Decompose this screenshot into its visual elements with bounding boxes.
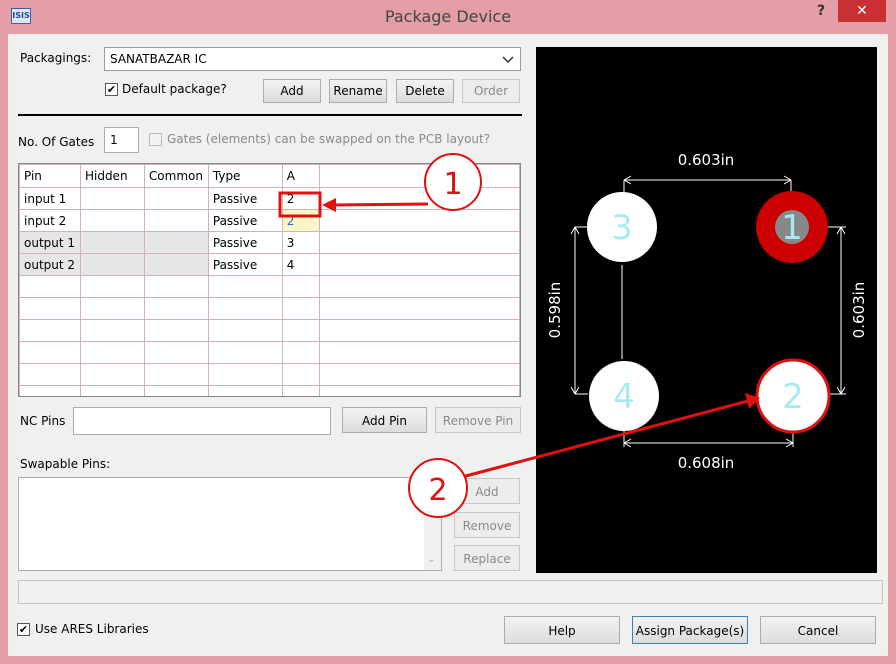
common-cell[interactable] [143,231,209,254]
column-header-type[interactable]: Type [207,164,283,188]
packagings-label: Packagings: [20,51,92,65]
a-cell[interactable]: 3 [281,231,320,254]
replace-swapable-button[interactable]: Replace [454,545,520,571]
order-packaging-button[interactable]: Order [462,79,520,103]
type-cell[interactable]: Passive [207,253,283,276]
a-cell-selected[interactable]: 2 [281,209,320,232]
use-ares-label: Use ARES Libraries [35,622,149,636]
dimension-bottom-label: 0.608in [678,454,735,472]
package-preview: 1 2 3 4 0.603in 0.608in 0.598in 0.603in [536,47,877,573]
filler-cell [318,253,520,276]
table-row[interactable]: input 1 Passive 2 [19,187,520,210]
pad-3-label: 3 [611,208,633,248]
column-header-hidden[interactable]: Hidden [79,164,145,188]
table-row[interactable]: input 2 Passive 2 [19,209,520,232]
filler-cell [318,209,520,232]
pad-2-label: 2 [782,377,804,417]
gates-count-input[interactable]: 1 [104,127,139,153]
add-packaging-button[interactable]: Add [263,79,321,103]
add-swapable-button[interactable]: Add [454,478,520,504]
remove-pin-button[interactable]: Remove Pin [435,407,521,433]
close-button[interactable]: ✕ [838,0,886,22]
a-cell[interactable]: 2 [281,187,320,210]
pin-grid[interactable]: Pin Hidden Common Type A input 1 Passive… [18,163,521,397]
pad-4-label: 4 [613,377,635,417]
pin-cell[interactable]: output 2 [19,253,81,276]
window-title: Package Device [384,7,512,26]
chevron-down-icon [502,56,514,64]
common-cell[interactable] [143,253,209,276]
filler-cell [318,187,520,210]
nc-pins-input[interactable] [73,407,331,435]
pin-cell[interactable]: output 1 [19,231,81,254]
hidden-cell[interactable] [79,253,145,276]
column-header-empty [318,164,520,188]
default-package-checkbox[interactable]: ✔ [105,83,118,96]
dimension-top-label: 0.603in [678,151,735,169]
table-header-row: Pin Hidden Common Type A [19,164,520,188]
rename-packaging-button[interactable]: Rename [329,79,387,103]
column-header-pin[interactable]: Pin [19,164,81,188]
gates-label: No. Of Gates [18,135,95,149]
filler-cell [318,231,520,254]
table-row-empty[interactable] [19,275,520,298]
scrollbar[interactable]: ⌃ ⌄ [424,478,441,570]
dimension-right-label: 0.603in [850,282,868,339]
table-row[interactable]: output 1 Passive 3 [19,231,520,254]
default-package-label: Default package? [122,82,227,96]
table-row-empty[interactable] [19,319,520,342]
hidden-cell[interactable] [79,231,145,254]
scroll-down-icon[interactable]: ⌄ [427,554,435,565]
help-icon[interactable]: ? [806,0,836,22]
gates-swap-label: Gates (elements) can be swapped on the P… [167,132,491,146]
table-row-empty[interactable] [19,363,520,386]
assign-package-button[interactable]: Assign Package(s) [632,616,748,644]
cancel-button[interactable]: Cancel [760,616,876,644]
common-cell[interactable] [143,187,209,210]
hidden-cell[interactable] [79,209,145,232]
use-ares-checkbox[interactable]: ✔ [17,623,30,636]
remove-swapable-button[interactable]: Remove [454,512,520,538]
table-row-empty[interactable] [19,341,520,364]
type-cell[interactable]: Passive [207,209,283,232]
column-header-common[interactable]: Common [143,164,209,188]
swapable-pins-label: Swapable Pins: [20,457,111,471]
table-row-empty[interactable] [19,297,520,320]
footprint-drawing: 1 2 3 4 0.603in 0.608in 0.598in 0.603in [546,151,868,472]
pin-table: Pin Hidden Common Type A input 1 Passive… [19,164,520,396]
table-row[interactable]: output 2 Passive 4 [19,253,520,276]
a-cell[interactable]: 4 [281,253,320,276]
pin-cell[interactable]: input 2 [19,209,81,232]
status-bar [18,580,883,604]
title-bar: ISIS Package Device ? ✕ [0,0,896,34]
swapable-pins-list[interactable]: ⌃ ⌄ [18,477,442,571]
help-button[interactable]: Help [504,616,620,644]
dimension-left-label: 0.598in [546,282,564,339]
delete-packaging-button[interactable]: Delete [396,79,454,103]
nc-pins-label: NC Pins [20,414,66,428]
type-cell[interactable]: Passive [207,187,283,210]
separator [18,114,522,116]
gates-count-value: 1 [110,133,118,147]
common-cell[interactable] [143,209,209,232]
pad-1-label: 1 [781,208,803,248]
packagings-dropdown[interactable]: SANATBAZAR IC [104,47,521,71]
packagings-value: SANATBAZAR IC [110,52,207,66]
pin-cell[interactable]: input 1 [19,187,81,210]
gates-swap-checkbox[interactable] [149,133,162,146]
type-cell[interactable]: Passive [207,231,283,254]
table-row-empty[interactable] [19,385,520,396]
scroll-up-icon[interactable]: ⌃ [427,482,435,493]
column-header-a[interactable]: A [281,164,320,188]
add-pin-button[interactable]: Add Pin [342,407,427,433]
hidden-cell[interactable] [79,187,145,210]
